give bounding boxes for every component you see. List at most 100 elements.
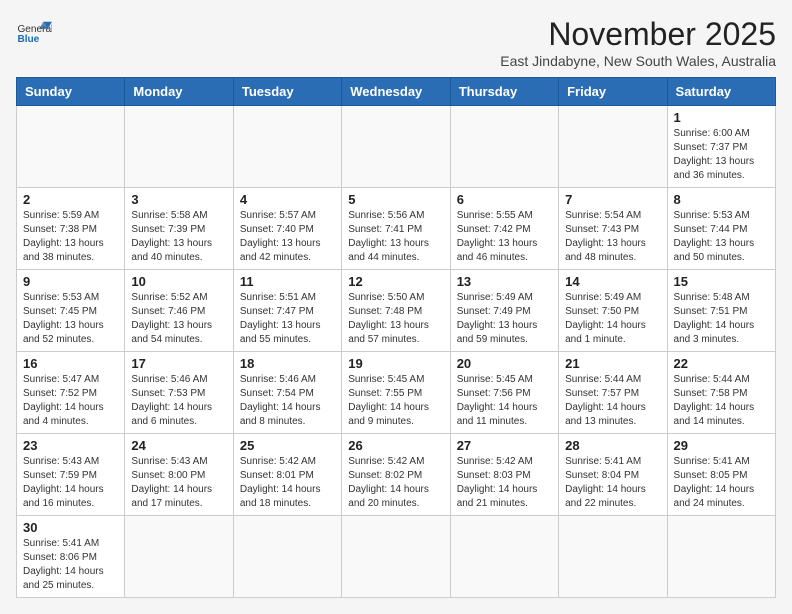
day-info: Sunrise: 5:44 AM Sunset: 7:58 PM Dayligh… xyxy=(674,373,769,429)
day-info: Sunrise: 6:00 AM Sunset: 7:37 PM Dayligh… xyxy=(674,127,769,183)
day-info: Sunrise: 5:47 AM Sunset: 7:52 PM Dayligh… xyxy=(23,373,118,429)
header-wednesday: Wednesday xyxy=(342,78,450,106)
page-header: General Blue November 2025 East Jindabyn… xyxy=(16,16,776,69)
day-number: 30 xyxy=(23,520,118,535)
calendar-day-cell: 4 Sunrise: 5:57 AM Sunset: 7:40 PM Daylig… xyxy=(233,188,341,270)
day-info: Sunrise: 5:43 AM Sunset: 8:00 PM Dayligh… xyxy=(131,455,226,511)
calendar-week-row: 2 Sunrise: 5:59 AM Sunset: 7:38 PM Daylig… xyxy=(17,188,776,270)
header-monday: Monday xyxy=(125,78,233,106)
day-info: Sunrise: 5:59 AM Sunset: 7:38 PM Dayligh… xyxy=(23,209,118,265)
month-title: November 2025 xyxy=(500,16,776,53)
calendar-day-cell: 27 Sunrise: 5:42 AM Sunset: 8:03 PM Dayli… xyxy=(450,434,558,516)
day-info: Sunrise: 5:43 AM Sunset: 7:59 PM Dayligh… xyxy=(23,455,118,511)
calendar-day-cell: 19 Sunrise: 5:45 AM Sunset: 7:55 PM Dayli… xyxy=(342,352,450,434)
day-number: 14 xyxy=(565,274,660,289)
calendar-day-cell: 18Sunrise: 5:46 AM Sunset: 7:54 PM Dayli… xyxy=(233,352,341,434)
calendar-day-cell: 15 Sunrise: 5:48 AM Sunset: 7:51 PM Dayli… xyxy=(667,270,775,352)
calendar-day-cell: 20 Sunrise: 5:45 AM Sunset: 7:56 PM Dayli… xyxy=(450,352,558,434)
day-number: 13 xyxy=(457,274,552,289)
day-info: Sunrise: 5:48 AM Sunset: 7:51 PM Dayligh… xyxy=(674,291,769,347)
day-info: Sunrise: 5:53 AM Sunset: 7:45 PM Dayligh… xyxy=(23,291,118,347)
calendar-day-cell xyxy=(125,516,233,598)
calendar-week-row: 16Sunrise: 5:47 AM Sunset: 7:52 PM Dayli… xyxy=(17,352,776,434)
header-saturday: Saturday xyxy=(667,78,775,106)
day-number: 8 xyxy=(674,192,769,207)
day-number: 4 xyxy=(240,192,335,207)
day-number: 27 xyxy=(457,438,552,453)
weekday-header-row: Sunday Monday Tuesday Wednesday Thursday… xyxy=(17,78,776,106)
day-number: 12 xyxy=(348,274,443,289)
day-info: Sunrise: 5:45 AM Sunset: 7:55 PM Dayligh… xyxy=(348,373,443,429)
calendar-day-cell: 28 Sunrise: 5:41 AM Sunset: 8:04 PM Dayli… xyxy=(559,434,667,516)
header-sunday: Sunday xyxy=(17,78,125,106)
day-info: Sunrise: 5:56 AM Sunset: 7:41 PM Dayligh… xyxy=(348,209,443,265)
day-info: Sunrise: 5:42 AM Sunset: 8:01 PM Dayligh… xyxy=(240,455,335,511)
day-number: 25 xyxy=(240,438,335,453)
day-number: 7 xyxy=(565,192,660,207)
calendar-day-cell: 8 Sunrise: 5:53 AM Sunset: 7:44 PM Daylig… xyxy=(667,188,775,270)
header-thursday: Thursday xyxy=(450,78,558,106)
header-friday: Friday xyxy=(559,78,667,106)
calendar-day-cell: 30 Sunrise: 5:41 AM Sunset: 8:06 PM Dayli… xyxy=(17,516,125,598)
calendar-week-row: 9Sunrise: 5:53 AM Sunset: 7:45 PM Daylig… xyxy=(17,270,776,352)
calendar-table: Sunday Monday Tuesday Wednesday Thursday… xyxy=(16,77,776,598)
day-number: 17 xyxy=(131,356,226,371)
header-tuesday: Tuesday xyxy=(233,78,341,106)
day-number: 6 xyxy=(457,192,552,207)
day-info: Sunrise: 5:54 AM Sunset: 7:43 PM Dayligh… xyxy=(565,209,660,265)
calendar-day-cell: 3Sunrise: 5:58 AM Sunset: 7:39 PM Daylig… xyxy=(125,188,233,270)
logo: General Blue xyxy=(16,16,52,52)
calendar-week-row: 30 Sunrise: 5:41 AM Sunset: 8:06 PM Dayli… xyxy=(17,516,776,598)
calendar-day-cell xyxy=(233,516,341,598)
calendar-day-cell: 29Sunrise: 5:41 AM Sunset: 8:05 PM Dayli… xyxy=(667,434,775,516)
day-number: 3 xyxy=(131,192,226,207)
day-number: 26 xyxy=(348,438,443,453)
calendar-day-cell: 7 Sunrise: 5:54 AM Sunset: 7:43 PM Daylig… xyxy=(559,188,667,270)
calendar-day-cell: 22 Sunrise: 5:44 AM Sunset: 7:58 PM Dayli… xyxy=(667,352,775,434)
day-number: 20 xyxy=(457,356,552,371)
calendar-day-cell: 25 Sunrise: 5:42 AM Sunset: 8:01 PM Dayli… xyxy=(233,434,341,516)
calendar-day-cell: 24Sunrise: 5:43 AM Sunset: 8:00 PM Dayli… xyxy=(125,434,233,516)
day-info: Sunrise: 5:53 AM Sunset: 7:44 PM Dayligh… xyxy=(674,209,769,265)
day-number: 15 xyxy=(674,274,769,289)
calendar-day-cell xyxy=(450,516,558,598)
calendar-day-cell: 17 Sunrise: 5:46 AM Sunset: 7:53 PM Dayli… xyxy=(125,352,233,434)
day-number: 10 xyxy=(131,274,226,289)
day-info: Sunrise: 5:42 AM Sunset: 8:02 PM Dayligh… xyxy=(348,455,443,511)
calendar-day-cell: 21 Sunrise: 5:44 AM Sunset: 7:57 PM Dayli… xyxy=(559,352,667,434)
calendar-day-cell: 12 Sunrise: 5:50 AM Sunset: 7:48 PM Dayli… xyxy=(342,270,450,352)
day-number: 22 xyxy=(674,356,769,371)
day-info: Sunrise: 5:50 AM Sunset: 7:48 PM Dayligh… xyxy=(348,291,443,347)
day-number: 1 xyxy=(674,110,769,125)
day-info: Sunrise: 5:57 AM Sunset: 7:40 PM Dayligh… xyxy=(240,209,335,265)
calendar-day-cell: 1 Sunrise: 6:00 AM Sunset: 7:37 PM Daylig… xyxy=(667,106,775,188)
calendar-day-cell xyxy=(667,516,775,598)
day-number: 5 xyxy=(348,192,443,207)
day-info: Sunrise: 5:49 AM Sunset: 7:49 PM Dayligh… xyxy=(457,291,552,347)
day-info: Sunrise: 5:41 AM Sunset: 8:05 PM Dayligh… xyxy=(674,455,769,511)
day-info: Sunrise: 5:49 AM Sunset: 7:50 PM Dayligh… xyxy=(565,291,660,347)
day-info: Sunrise: 5:46 AM Sunset: 7:54 PM Dayligh… xyxy=(240,373,335,429)
day-info: Sunrise: 5:42 AM Sunset: 8:03 PM Dayligh… xyxy=(457,455,552,511)
day-info: Sunrise: 5:46 AM Sunset: 7:53 PM Dayligh… xyxy=(131,373,226,429)
day-number: 21 xyxy=(565,356,660,371)
calendar-day-cell: 10Sunrise: 5:52 AM Sunset: 7:46 PM Dayli… xyxy=(125,270,233,352)
day-number: 28 xyxy=(565,438,660,453)
day-info: Sunrise: 5:41 AM Sunset: 8:06 PM Dayligh… xyxy=(23,537,118,593)
calendar-day-cell: 2 Sunrise: 5:59 AM Sunset: 7:38 PM Daylig… xyxy=(17,188,125,270)
calendar-day-cell: 26 Sunrise: 5:42 AM Sunset: 8:02 PM Dayli… xyxy=(342,434,450,516)
day-info: Sunrise: 5:44 AM Sunset: 7:57 PM Dayligh… xyxy=(565,373,660,429)
calendar-day-cell: 9Sunrise: 5:53 AM Sunset: 7:45 PM Daylig… xyxy=(17,270,125,352)
calendar-day-cell: 23Sunrise: 5:43 AM Sunset: 7:59 PM Dayli… xyxy=(17,434,125,516)
calendar-day-cell: 13 Sunrise: 5:49 AM Sunset: 7:49 PM Dayli… xyxy=(450,270,558,352)
calendar-day-cell xyxy=(233,106,341,188)
calendar-day-cell xyxy=(450,106,558,188)
day-number: 19 xyxy=(348,356,443,371)
calendar-day-cell: 11Sunrise: 5:51 AM Sunset: 7:47 PM Dayli… xyxy=(233,270,341,352)
day-number: 2 xyxy=(23,192,118,207)
subtitle: East Jindabyne, New South Wales, Austral… xyxy=(500,53,776,69)
calendar-day-cell xyxy=(17,106,125,188)
day-info: Sunrise: 5:41 AM Sunset: 8:04 PM Dayligh… xyxy=(565,455,660,511)
day-info: Sunrise: 5:45 AM Sunset: 7:56 PM Dayligh… xyxy=(457,373,552,429)
calendar-day-cell: 5 Sunrise: 5:56 AM Sunset: 7:41 PM Daylig… xyxy=(342,188,450,270)
